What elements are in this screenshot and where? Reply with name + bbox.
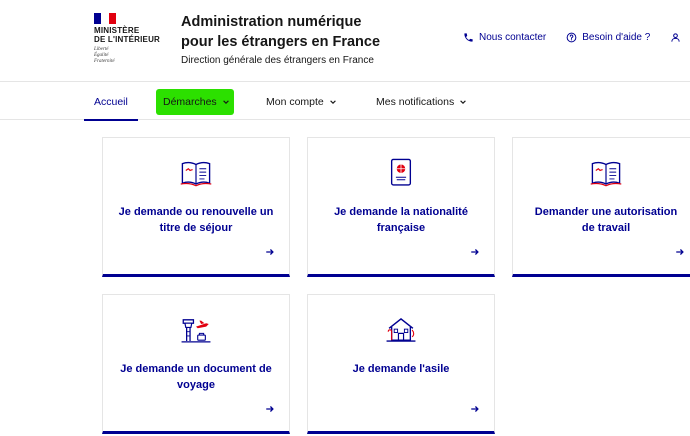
service-title-line-1: Administration numérique: [181, 14, 362, 30]
card-title-line-1: Je demande l'asile: [352, 363, 450, 375]
help-link-label: Besoin d'aide ?: [582, 32, 651, 43]
chevron-down-icon: [460, 99, 466, 104]
service-title-line-2: pour les étrangers en France: [181, 34, 381, 50]
motto-line-3: Fraternité: [94, 59, 115, 64]
card-title: Je demande la nationalité française: [316, 204, 486, 236]
ministry-line-1: MINISTÈRE: [94, 26, 140, 35]
question-circle-icon: [566, 32, 577, 43]
marianne-flag-icon: [94, 13, 116, 24]
card-nationalite[interactable]: Je demande la nationalité française: [307, 137, 495, 277]
header-tools: Nous contacter Besoin d'aide ?: [463, 32, 686, 43]
nav-item-demarches[interactable]: Démarches: [163, 83, 230, 120]
card-document-voyage[interactable]: Je demande un document de voyage: [102, 294, 290, 434]
nav-item-mes-notifications[interactable]: Mes notifications: [376, 83, 467, 120]
card-title: Je demande l'asile: [316, 361, 486, 377]
nav-item-mon-compte-label: Mon compte: [266, 95, 324, 108]
arrow-right-icon: [471, 406, 479, 412]
ministry-line-2: DE L'INTÉRIEUR: [94, 35, 161, 44]
nav-item-accueil-label: Accueil: [94, 95, 128, 108]
service-subtitle: Direction générale des étrangers en Fran…: [181, 55, 374, 66]
card-title: Je demande un document de voyage: [111, 361, 281, 393]
card-title: Je demande ou renouvelle un titre de séj…: [111, 204, 281, 236]
card-titre-de-sejour[interactable]: Je demande ou renouvelle un titre de séj…: [102, 137, 290, 277]
arrow-right-icon: [266, 406, 274, 412]
chevron-down-icon: [329, 99, 336, 104]
card-title-line-2: française: [376, 222, 426, 234]
open-book-icon: [180, 161, 212, 187]
contact-link[interactable]: Nous contacter: [463, 32, 546, 43]
arrow-right-icon: [471, 249, 479, 255]
service-title-block[interactable]: Administration numérique pour les étrang…: [181, 12, 441, 68]
nav-item-mon-compte[interactable]: Mon compte: [266, 83, 337, 120]
chevron-down-icon: [222, 99, 229, 104]
house-shelter-icon: [386, 318, 416, 342]
phone-icon: [464, 33, 473, 42]
card-title-line-2: titre de séjour: [159, 222, 233, 234]
ministry-name: MINISTÈRE DE L'INTÉRIEUR: [94, 26, 164, 44]
site-header: MINISTÈRE DE L'INTÉRIEUR Liberté Égalité…: [0, 0, 690, 82]
airport-tower-plane-icon: [181, 319, 211, 343]
card-asile[interactable]: Je demande l'asile: [307, 294, 495, 434]
user-icon: [671, 33, 681, 42]
card-title-line-1: Je demande un document de: [120, 363, 272, 375]
main-navigation: Accueil Démarches Mon compte Mes notific…: [0, 83, 690, 121]
ministry-logo[interactable]: MINISTÈRE DE L'INTÉRIEUR Liberté Égalité…: [94, 13, 164, 65]
nav-item-accueil[interactable]: Accueil: [84, 83, 138, 121]
contact-link-label: Nous contacter: [479, 32, 547, 43]
arrow-right-icon: [266, 249, 274, 255]
card-title-line-2: voyage: [177, 379, 215, 391]
account-link[interactable]: [670, 32, 686, 43]
card-title-line-1: Demander une autorisation: [534, 206, 678, 218]
passport-icon: [390, 158, 412, 186]
republic-motto: Liberté Égalité Fraternité: [94, 47, 164, 65]
card-title-line-1: Je demande la nationalité: [334, 206, 468, 218]
card-title: Demander une autorisation de travail: [521, 204, 690, 236]
nav-item-mes-notifications-label: Mes notifications: [376, 95, 455, 108]
nav-item-demarches-label: Démarches: [163, 95, 217, 108]
card-title-line-2: de travail: [581, 222, 631, 234]
open-book-icon: [590, 161, 622, 187]
card-autorisation-travail[interactable]: Demander une autorisation de travail: [512, 137, 690, 277]
arrow-right-icon: [676, 249, 684, 255]
help-link[interactable]: Besoin d'aide ?: [566, 32, 650, 43]
card-title-line-1: Je demande ou renouvelle un: [118, 206, 274, 218]
